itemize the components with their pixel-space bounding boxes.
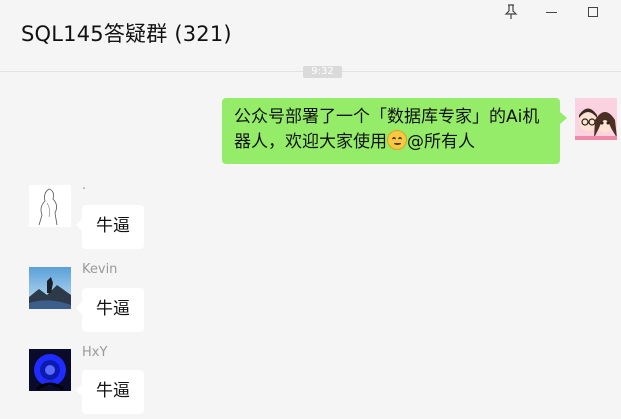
pin-icon[interactable] xyxy=(500,2,522,22)
message-timestamp: 9:32 xyxy=(303,66,342,78)
chat-title: SQL145答疑群 (321) xyxy=(21,22,232,46)
smiling-face-icon xyxy=(387,130,407,150)
message-text-line: 公众号部署了一个「数据库专家」的Ai机 xyxy=(234,107,540,127)
sender-name: HxY xyxy=(82,345,108,360)
sender-avatar[interactable] xyxy=(29,185,71,227)
message-bubble[interactable]: 牛逼 xyxy=(76,370,144,414)
message-bubble[interactable]: 牛逼 xyxy=(76,288,144,332)
minimize-icon[interactable] xyxy=(540,2,562,22)
sender-name: Kevin xyxy=(82,262,118,277)
chat-header: SQL145答疑群 (321) xyxy=(0,0,621,72)
message-text-line: 器人，欢迎大家使用 @所有人 xyxy=(234,130,475,152)
self-message-bubble[interactable]: 公众号部署了一个「数据库专家」的Ai机 器人，欢迎大家使用 @所有人 xyxy=(222,98,567,164)
maximize-icon[interactable] xyxy=(582,2,604,22)
sender-avatar[interactable] xyxy=(29,349,71,391)
sender-avatar[interactable] xyxy=(29,267,71,309)
message-bubble[interactable]: 牛逼 xyxy=(76,205,144,249)
self-avatar[interactable] xyxy=(575,98,617,140)
sender-name: . xyxy=(82,178,87,193)
